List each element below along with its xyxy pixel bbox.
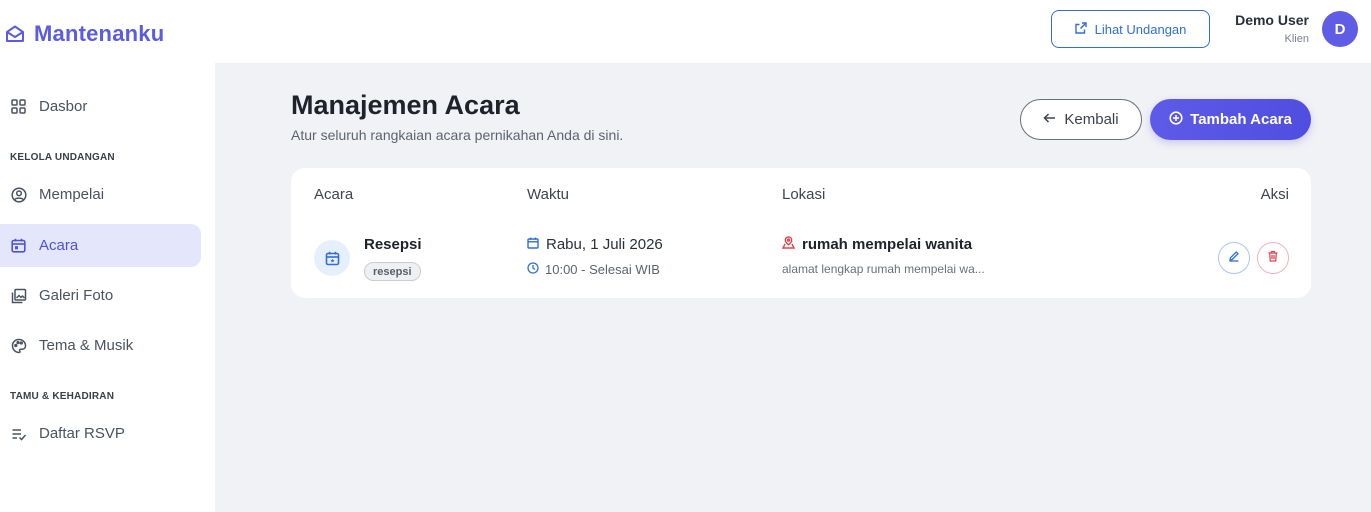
sidebar: Mantenanku Dasbor KELOLA UNDANGAN Mempel… bbox=[0, 0, 215, 512]
section-label-kelola-undangan: KELOLA UNDANGAN bbox=[10, 152, 115, 163]
event-time: 10:00 - Selesai WIB bbox=[527, 262, 660, 277]
calendar-icon bbox=[527, 236, 539, 253]
back-button[interactable]: Kembali bbox=[1020, 99, 1142, 140]
back-label: Kembali bbox=[1064, 111, 1119, 128]
event-location: rumah mempelai wanita bbox=[781, 236, 973, 253]
sidebar-item-tema-musik[interactable]: Tema & Musik bbox=[0, 324, 201, 367]
event-date: Rabu, 1 Juli 2026 bbox=[527, 236, 663, 253]
sidebar-item-galeri-foto[interactable]: Galeri Foto bbox=[0, 274, 201, 317]
palette-icon bbox=[10, 337, 27, 354]
clock-icon bbox=[527, 262, 539, 277]
edit-button[interactable] bbox=[1218, 242, 1250, 274]
view-invitation-label: Lihat Undangan bbox=[1094, 21, 1187, 37]
calendar-icon bbox=[10, 237, 27, 254]
brand-name: Mantenanku bbox=[34, 21, 165, 46]
sidebar-item-acara[interactable]: Acara bbox=[0, 224, 201, 267]
sidebar-item-label: Tema & Musik bbox=[39, 337, 134, 354]
user-name: Demo User bbox=[1235, 12, 1309, 28]
envelope-icon bbox=[4, 23, 26, 45]
arrow-left-icon bbox=[1043, 111, 1056, 128]
photo-library-icon bbox=[10, 287, 27, 304]
add-event-label: Tambah Acara bbox=[1190, 111, 1292, 128]
location-pin-icon bbox=[781, 236, 796, 253]
column-header-aksi: Aksi bbox=[1260, 186, 1289, 203]
sidebar-item-label: Acara bbox=[39, 237, 79, 254]
events-table: Acara Waktu Lokasi Aksi Resepsi resepsi … bbox=[291, 168, 1311, 298]
event-calendar-icon bbox=[314, 240, 350, 276]
event-type-badge: resepsi bbox=[364, 262, 421, 281]
user-role: Klien bbox=[1284, 33, 1309, 45]
avatar[interactable]: D bbox=[1322, 11, 1358, 47]
event-time-text: 10:00 - Selesai WIB bbox=[545, 262, 660, 277]
plus-circle-icon bbox=[1169, 110, 1183, 129]
sidebar-item-label: Daftar RSVP bbox=[39, 425, 125, 442]
sidebar-item-label: Mempelai bbox=[39, 186, 105, 203]
column-header-acara: Acara bbox=[314, 186, 354, 203]
sidebar-item-daftar-rsvp[interactable]: Daftar RSVP bbox=[0, 412, 201, 455]
brand[interactable]: Mantenanku bbox=[4, 20, 164, 48]
page-subtitle: Atur seluruh rangkaian acara pernikahan … bbox=[291, 127, 624, 143]
add-event-button[interactable]: Tambah Acara bbox=[1150, 99, 1311, 140]
pencil-icon bbox=[1228, 249, 1240, 267]
external-link-icon bbox=[1074, 21, 1087, 37]
sidebar-item-label: Galeri Foto bbox=[39, 287, 114, 304]
dashboard-grid-icon bbox=[10, 98, 27, 115]
event-address: alamat lengkap rumah mempelai wa... bbox=[782, 262, 985, 276]
trash-icon bbox=[1267, 249, 1279, 267]
section-label-tamu-kehadiran: TAMU & KEHADIRAN bbox=[10, 391, 115, 402]
page-title: Manajemen Acara bbox=[291, 90, 520, 120]
user-circle-icon bbox=[10, 186, 27, 203]
checklist-icon bbox=[10, 425, 27, 442]
sidebar-item-dasbor[interactable]: Dasbor bbox=[0, 85, 201, 128]
sidebar-item-label: Dasbor bbox=[39, 98, 88, 115]
event-location-name: rumah mempelai wanita bbox=[802, 236, 973, 253]
delete-button[interactable] bbox=[1257, 242, 1289, 274]
event-name: Resepsi bbox=[364, 236, 422, 253]
event-date-text: Rabu, 1 Juli 2026 bbox=[546, 236, 663, 253]
column-header-waktu: Waktu bbox=[527, 186, 569, 203]
column-header-lokasi: Lokasi bbox=[782, 186, 826, 203]
sidebar-item-mempelai[interactable]: Mempelai bbox=[0, 173, 201, 216]
view-invitation-button[interactable]: Lihat Undangan bbox=[1051, 10, 1210, 48]
